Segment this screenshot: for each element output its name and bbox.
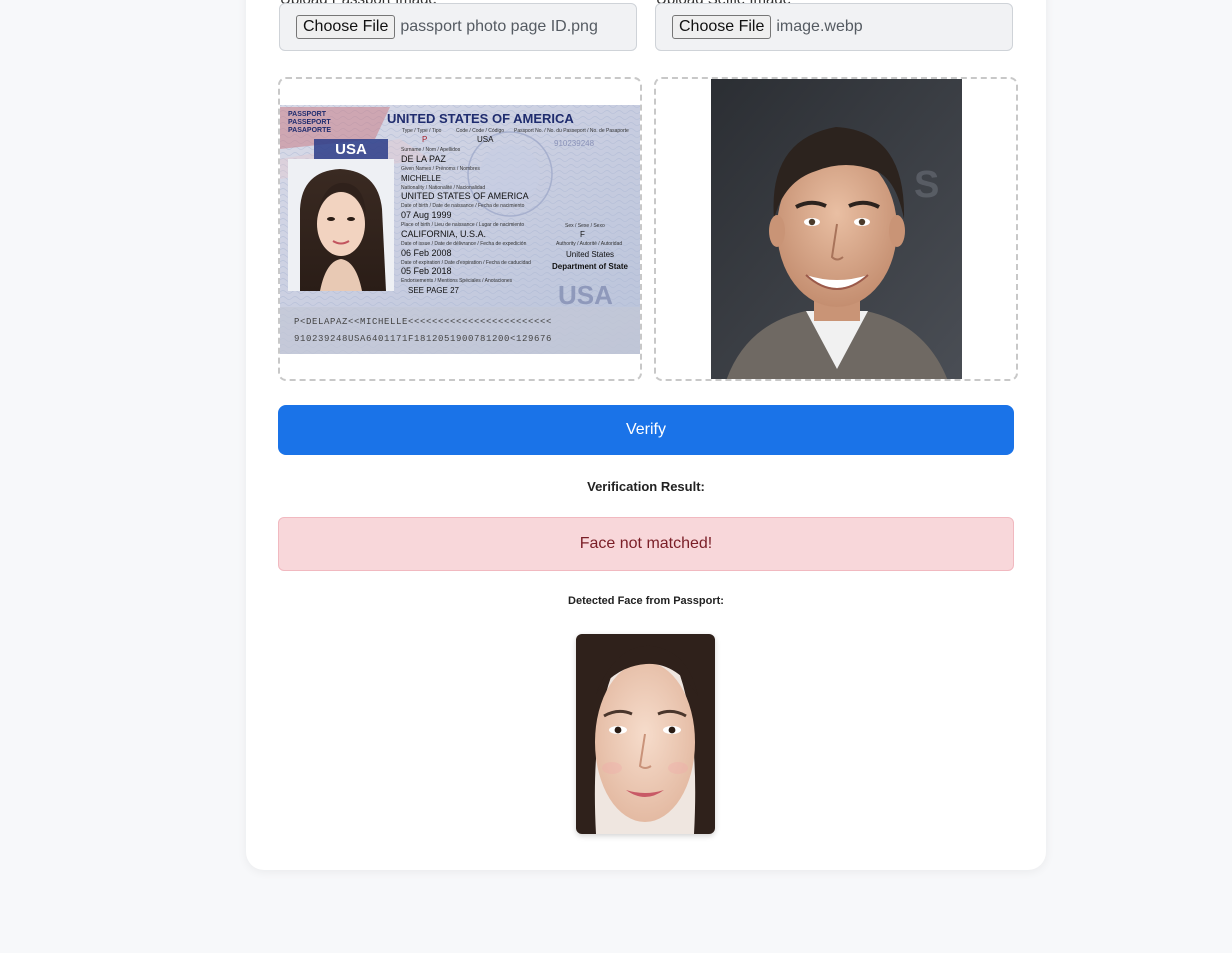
selfie-image: S — [711, 79, 962, 379]
passport-code: USA — [477, 135, 494, 144]
sex-caption: Sex / Sexe / Sexo — [565, 223, 605, 229]
verification-result-alert: Face not matched! — [278, 517, 1014, 571]
verification-result-title: Verification Result: — [587, 479, 705, 494]
passport-word-en: PASSPORT — [288, 111, 327, 118]
pob-caption: Place of birth / Lieu de naissance / Lug… — [401, 222, 524, 228]
selfie-file-input[interactable]: Choose File image.webp — [655, 3, 1013, 51]
usa-watermark: USA — [558, 280, 613, 310]
svg-text:S: S — [914, 164, 939, 206]
number-caption: Passport No. / No. du Passeport / No. de… — [514, 128, 629, 134]
passport-image: PASSPORT PASSEPORT PASAPORTE UNITED STAT… — [280, 105, 640, 354]
verification-result-message: Face not matched! — [579, 535, 713, 552]
endorse-caption: Endorsements / Mentions Spéciales / Anot… — [401, 278, 513, 284]
code-caption: Code / Code / Código — [456, 128, 504, 134]
issue-caption: Date of issue / Date de délivrance / Fec… — [401, 241, 527, 247]
passport-surname: DE LA PAZ — [401, 154, 446, 164]
surname-caption: Surname / Nom / Apellidos — [401, 147, 461, 153]
passport-file-input[interactable]: Choose File passport photo page ID.png — [279, 3, 637, 51]
passport-usa-badge: USA — [335, 141, 367, 158]
passport-choose-file-button[interactable]: Choose File — [296, 15, 396, 39]
passport-nationality: UNITED STATES OF AMERICA — [401, 191, 529, 201]
passport-number: 910239248 — [554, 139, 595, 148]
passport-word-fr: PASSEPORT — [288, 119, 331, 126]
dob-caption: Date of birth / Date de naissance / Fech… — [401, 203, 525, 209]
selfie-file-name: image.webp — [776, 18, 863, 35]
verify-button[interactable]: Verify — [278, 405, 1014, 455]
passport-dob: 07 Aug 1999 — [401, 210, 452, 220]
selfie-preview: S — [654, 77, 1018, 381]
authority-line-1: United States — [566, 250, 614, 259]
passport-given: MICHELLE — [401, 174, 441, 183]
passport-expiry: 05 Feb 2018 — [401, 266, 452, 276]
detected-face-image — [576, 634, 715, 834]
passport-type: P — [422, 135, 427, 144]
selfie-choose-file-button[interactable]: Choose File — [672, 15, 772, 39]
passport-holder-photo — [288, 159, 394, 291]
passport-country: UNITED STATES OF AMERICA — [387, 111, 574, 126]
passport-pob: CALIFORNIA, U.S.A. — [401, 229, 486, 239]
passport-sex: F — [580, 230, 585, 239]
passport-issue: 06 Feb 2008 — [401, 248, 452, 258]
detected-face-title: Detected Face from Passport: — [568, 595, 724, 607]
mrz-line-2: 910239248USA6401171F1812051900781200<129… — [294, 334, 552, 344]
given-caption: Given Names / Prénoms / Nombres — [401, 166, 480, 172]
passport-endorse: SEE PAGE 27 — [408, 286, 460, 295]
passport-file-name: passport photo page ID.png — [400, 18, 598, 35]
mrz-line-1: P<DELAPAZ<<MICHELLE<<<<<<<<<<<<<<<<<<<<<… — [294, 317, 552, 327]
authority-line-2: Department of State — [552, 262, 629, 271]
passport-preview: PASSPORT PASSEPORT PASAPORTE UNITED STAT… — [278, 77, 642, 381]
passport-word-es: PASAPORTE — [288, 127, 331, 134]
type-caption: Type / Type / Tipo — [402, 128, 442, 134]
authority-caption: Authority / Autorité / Autoridad — [556, 241, 622, 247]
